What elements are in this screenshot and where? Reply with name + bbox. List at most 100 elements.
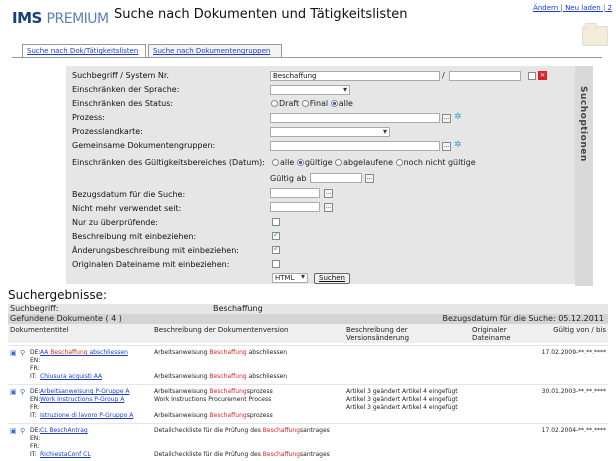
- language-code: IT:: [30, 412, 37, 419]
- process-label: Prozess:: [72, 113, 105, 122]
- table-row: ▣ ⚲ DE: CL BeschAntrag Detailcheckliste für …: [8, 423, 608, 461]
- col-title: Dokumententitel: [10, 326, 69, 334]
- app-logo: IMS PREMIUM: [12, 9, 109, 27]
- language-label: Einschränken der Sprache:: [72, 85, 180, 94]
- origname-label: Originalen Dateiname mit einbeziehen:: [72, 260, 230, 269]
- term-value: Beschaffung: [213, 304, 263, 313]
- search-icon[interactable]: ⚲: [20, 388, 25, 396]
- document-title-link[interactable]: CL BeschAntrag: [40, 427, 88, 434]
- document-title-link[interactable]: Work Instructions P-Group A: [40, 396, 124, 403]
- changedesc-checkbox[interactable]: [272, 244, 280, 254]
- search-term-input[interactable]: Beschaffung: [270, 71, 440, 81]
- valid-from-date-input[interactable]: [310, 173, 362, 183]
- process-browse-button[interactable]: ...: [442, 114, 451, 123]
- document-title-link[interactable]: Istruzione di lavoro P-Gruppo A: [40, 412, 133, 419]
- validity-radio-group: alle gültige abgelaufene noch nicht gült…: [272, 158, 476, 167]
- language-code: EN:: [30, 435, 41, 442]
- col-version-desc: Beschreibung der Dokumentenversion: [154, 326, 289, 334]
- groups-browse-button[interactable]: ...: [442, 142, 451, 151]
- desc-checkbox[interactable]: [272, 230, 280, 240]
- search-option-checkbox[interactable]: [528, 72, 536, 80]
- results-found-bar: Gefundene Dokumente ( 4 ) Bezugsdatum fü…: [8, 314, 608, 324]
- language-code: IT:: [30, 451, 37, 458]
- found-label: Gefundene Dokumente ( 4 ): [10, 314, 122, 323]
- more-link[interactable]: 2: [608, 4, 612, 12]
- reload-link[interactable]: Neu laden: [565, 4, 601, 12]
- processmap-select[interactable]: [270, 127, 390, 137]
- language-select[interactable]: [270, 85, 350, 95]
- search-options-label: Suchoptionen: [578, 86, 588, 162]
- valid-from-label: Gültig ab: [270, 174, 307, 183]
- version-description: Detailcheckliste für die Prüfung des Bes…: [154, 427, 330, 434]
- status-final-radio[interactable]: [301, 100, 309, 107]
- onlycheck-checkbox[interactable]: [272, 218, 280, 226]
- process-gear-icon[interactable]: ✲: [454, 112, 462, 122]
- status-radio-group: Draft Final alle: [271, 99, 353, 108]
- status-label: Einschränken des Status:: [72, 99, 174, 108]
- document-title-link[interactable]: RichiestaConf CL: [40, 451, 91, 458]
- valid-range: 30.01.2003-**.**.****: [541, 388, 606, 395]
- document-icon[interactable]: ▣: [10, 427, 17, 435]
- version-description: Work Instructions Procurement Process: [154, 396, 272, 403]
- origname-checkbox[interactable]: [272, 260, 280, 268]
- document-title-link[interactable]: AA Beschaffung abschliessen: [40, 349, 128, 356]
- language-code: FR:: [30, 443, 40, 450]
- results-heading: Suchergebnisse:: [8, 288, 108, 302]
- search-button[interactable]: Suchen: [314, 273, 350, 284]
- language-code: EN:: [30, 357, 41, 364]
- search-options-panel: Suchoptionen: [575, 66, 593, 286]
- refdate-picker-button[interactable]: ...: [324, 189, 333, 198]
- version-description: Arbeitsanweisung Beschaffungsprozess: [154, 412, 273, 419]
- page-title: Suche nach Dokumenten und Tätigkeitslist…: [114, 7, 408, 22]
- document-title-link[interactable]: Chiusura acquisti AA: [40, 373, 102, 380]
- desc-label: Beschreibung mit einbeziehen:: [72, 232, 197, 241]
- status-draft-radio[interactable]: [271, 100, 278, 107]
- col-orig-file: Originaler Dateiname: [472, 326, 511, 342]
- onlycheck-label: Nur zu überprüfende:: [72, 218, 158, 227]
- col-valid: Gültig von / bis: [553, 326, 606, 334]
- notused-input[interactable]: [270, 202, 320, 212]
- version-description: Detailcheckliste für die Prüfung des Bes…: [154, 451, 330, 458]
- validity-expired-radio[interactable]: [335, 159, 343, 166]
- refdate-summary: Bezugsdatum für die Suche: 05.12.2011: [442, 314, 604, 323]
- groups-label: Gemeinsame Dokumentengruppen:: [72, 141, 216, 150]
- search-separator: /: [442, 71, 445, 80]
- tab-search-groups[interactable]: Suche nach Dokumentengruppen: [148, 44, 282, 57]
- validity-future-radio[interactable]: [395, 159, 403, 166]
- process-input[interactable]: [270, 113, 440, 123]
- validity-label: Einschränken des Gültigkeitsbereiches (D…: [72, 158, 265, 167]
- language-code: FR:: [30, 365, 40, 372]
- document-icon[interactable]: ▣: [10, 388, 17, 396]
- tab-divider: [12, 57, 602, 58]
- groups-gear-icon[interactable]: ✲: [454, 140, 462, 150]
- language-code: DE:: [30, 427, 41, 434]
- validity-valid-radio[interactable]: [296, 159, 304, 166]
- refdate-input[interactable]: [270, 188, 320, 198]
- results-table-header: Dokumententitel Beschreibung der Dokumen…: [8, 324, 608, 343]
- document-icon[interactable]: ▣: [10, 349, 17, 357]
- clear-icon[interactable]: ×: [538, 71, 547, 80]
- valid-range: 17.02.2009-**.**.****: [541, 349, 606, 356]
- tab-search-documents[interactable]: Suche nach Dok/Tätigkeitslisten: [22, 44, 146, 57]
- table-row: ▣ ⚲ DE: Arbeitsanweisung P-Gruppe A Arbeitsa…: [8, 384, 608, 422]
- system-number-input[interactable]: [449, 71, 521, 81]
- folder-icon[interactable]: [582, 23, 608, 46]
- notused-picker-button[interactable]: ...: [324, 203, 333, 212]
- valid-range: 17.02.2004-**.**.****: [541, 427, 606, 434]
- col-change-desc: Beschreibung der Versionsänderung: [346, 326, 410, 342]
- status-all-radio[interactable]: [330, 100, 338, 107]
- format-select[interactable]: HTML: [272, 273, 308, 283]
- version-description: Arbeitsanweisung Beschaffung abschliesse…: [154, 373, 288, 380]
- change-description: Artikel 3 geändert Artikel 4 eingefügt: [346, 404, 458, 411]
- language-code: DE:: [30, 388, 41, 395]
- groups-input[interactable]: [270, 141, 440, 151]
- change-link[interactable]: Ändern: [533, 4, 558, 12]
- validity-all-radio[interactable]: [272, 159, 279, 166]
- processmap-label: Prozesslandkarte:: [72, 127, 143, 136]
- top-links: Ändern | Neu laden | 2: [533, 4, 612, 12]
- search-icon[interactable]: ⚲: [20, 427, 25, 435]
- table-row: ▣ ⚲ DE: AA Beschaffung abschliessen Arbeitsa…: [8, 345, 608, 383]
- valid-from-picker-button[interactable]: ...: [365, 174, 374, 183]
- search-icon[interactable]: ⚲: [20, 349, 25, 357]
- document-title-link[interactable]: Arbeitsanweisung P-Gruppe A: [40, 388, 130, 395]
